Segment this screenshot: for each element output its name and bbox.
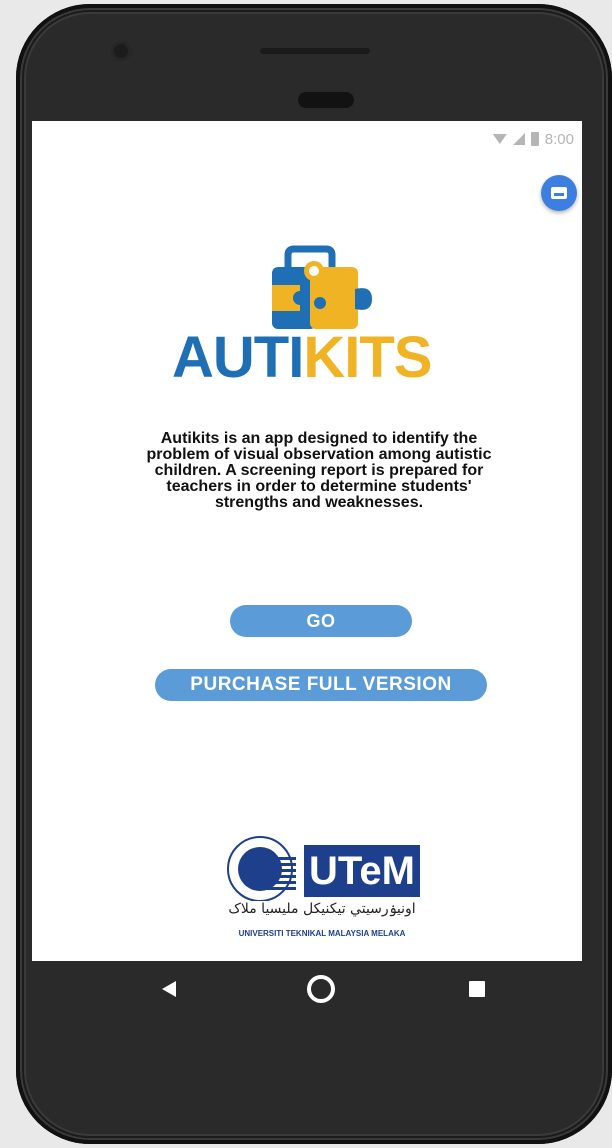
speaker-grille bbox=[260, 48, 370, 54]
utem-jawi-text: اونيۏرسيتي تيكنيکل مليسيا ملاک bbox=[228, 901, 416, 917]
status-time: 8:00 bbox=[544, 130, 574, 148]
android-nav-bar bbox=[32, 961, 582, 1021]
utem-logo: UTeM اونيۏرسيتي تيكنيکل مليسيا ملاک UNIV… bbox=[222, 831, 422, 951]
logo-part-kits: KITS bbox=[303, 325, 432, 390]
app-screen: 8:00 AUTIKITS Autikits is an app designe… bbox=[32, 121, 582, 961]
logo-part-auti: AUTI bbox=[172, 325, 304, 390]
recents-icon[interactable] bbox=[468, 980, 486, 998]
autikits-logo: AUTIKITS bbox=[150, 241, 492, 391]
purchase-full-version-button[interactable]: PURCHASE FULL VERSION bbox=[155, 669, 487, 701]
wifi-icon bbox=[492, 134, 507, 144]
front-camera bbox=[114, 44, 128, 58]
back-icon[interactable] bbox=[160, 979, 180, 999]
app-description: Autikits is an app designed to identify … bbox=[146, 430, 492, 511]
message-icon bbox=[551, 187, 567, 199]
signal-icon bbox=[512, 133, 525, 145]
utem-acronym: UTeM bbox=[309, 849, 415, 893]
utem-seal-icon bbox=[227, 836, 296, 901]
toolkit-puzzle-icon bbox=[272, 245, 372, 329]
message-fab[interactable] bbox=[541, 175, 577, 211]
status-bar: 8:00 bbox=[492, 129, 574, 149]
home-icon[interactable] bbox=[306, 974, 336, 1004]
logo-wordmark: AUTIKITS bbox=[172, 329, 432, 387]
utem-acronym-box: UTeM bbox=[304, 845, 420, 897]
go-button[interactable]: GO bbox=[230, 605, 412, 637]
utem-full-name: UNIVERSITI TEKNIKAL MALAYSIA MELAKA bbox=[238, 929, 406, 938]
battery-icon bbox=[530, 132, 539, 146]
earpiece bbox=[298, 92, 354, 108]
